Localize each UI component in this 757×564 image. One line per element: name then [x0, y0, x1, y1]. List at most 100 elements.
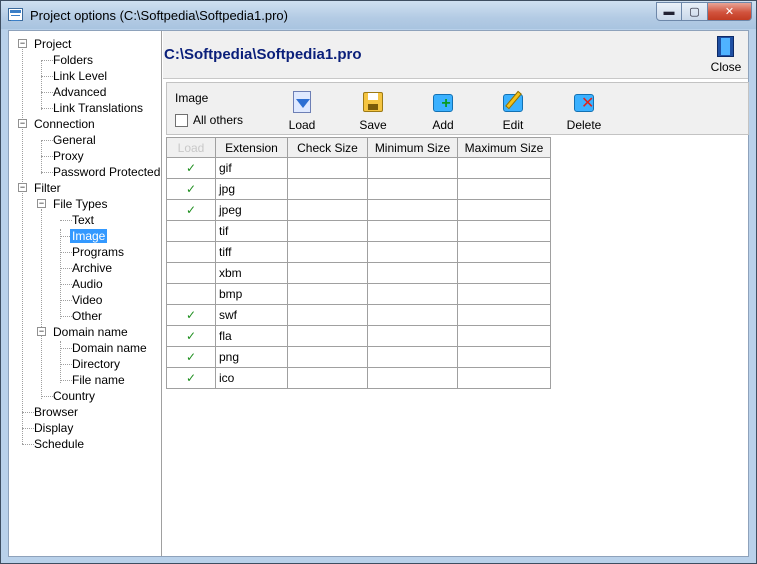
maximize-button[interactable]: ▢: [682, 2, 708, 21]
table-row[interactable]: bmp: [166, 283, 551, 305]
table-row[interactable]: ✓ png: [166, 346, 551, 368]
maximum-size-cell[interactable]: [457, 220, 551, 242]
check-size-cell[interactable]: [287, 325, 368, 347]
maximum-size-cell[interactable]: [457, 367, 551, 389]
minimum-size-cell[interactable]: [367, 241, 458, 263]
load-check-cell[interactable]: ✓: [166, 199, 216, 221]
title-bar[interactable]: Project options (C:\Softpedia\Softpedia1…: [1, 1, 756, 29]
tree-item-filter[interactable]: Filter: [34, 181, 61, 197]
tree-item-programs[interactable]: Programs: [72, 245, 124, 261]
minimize-button[interactable]: ▬: [656, 2, 682, 21]
minimum-size-cell[interactable]: [367, 304, 458, 326]
add-button[interactable]: + Add: [418, 90, 468, 134]
tree-item-folders[interactable]: Folders: [53, 53, 93, 69]
table-row[interactable]: ✓ gif: [166, 157, 551, 179]
tree-item-domain-name[interactable]: Domain name: [72, 341, 147, 357]
minimum-size-cell[interactable]: [367, 367, 458, 389]
maximum-size-cell[interactable]: [457, 304, 551, 326]
tree-item-audio[interactable]: Audio: [72, 277, 103, 293]
column-header-check-size[interactable]: Check Size: [287, 137, 368, 158]
tree-item-country[interactable]: Country: [53, 389, 95, 405]
tree-item-browser[interactable]: Browser: [34, 405, 78, 421]
extension-cell[interactable]: tif: [215, 220, 288, 242]
tree-item-proxy[interactable]: Proxy: [53, 149, 84, 165]
check-size-cell[interactable]: [287, 262, 368, 284]
extension-cell[interactable]: tiff: [215, 241, 288, 263]
tree-item-link-translations[interactable]: Link Translations: [53, 101, 143, 117]
check-size-cell[interactable]: [287, 346, 368, 368]
tree-item-display[interactable]: Display: [34, 421, 73, 437]
extension-cell[interactable]: xbm: [215, 262, 288, 284]
extension-cell[interactable]: bmp: [215, 283, 288, 305]
tree-item-archive[interactable]: Archive: [72, 261, 112, 277]
extension-cell[interactable]: jpg: [215, 178, 288, 200]
load-check-cell[interactable]: ✓: [166, 304, 216, 326]
check-size-cell[interactable]: [287, 178, 368, 200]
tree-item-advanced[interactable]: Advanced: [53, 85, 106, 101]
edit-button[interactable]: Edit: [488, 90, 538, 134]
connection-expander-icon[interactable]: −: [18, 119, 27, 128]
maximum-size-cell[interactable]: [457, 283, 551, 305]
load-check-cell[interactable]: [166, 220, 216, 242]
table-row[interactable]: ✓ swf: [166, 304, 551, 326]
table-row[interactable]: ✓ jpg: [166, 178, 551, 200]
project-expander-icon[interactable]: −: [18, 39, 27, 48]
table-row[interactable]: tiff: [166, 241, 551, 263]
all-others-option[interactable]: All others: [175, 113, 243, 127]
tree-item-schedule[interactable]: Schedule: [34, 437, 84, 453]
check-size-cell[interactable]: [287, 199, 368, 221]
load-check-cell[interactable]: ✓: [166, 325, 216, 347]
tree-item-project[interactable]: Project: [34, 37, 71, 53]
close-button[interactable]: Close: [708, 36, 744, 76]
filter-expander-icon[interactable]: −: [18, 183, 27, 192]
table-row[interactable]: ✓ fla: [166, 325, 551, 347]
load-check-cell[interactable]: ✓: [166, 178, 216, 200]
check-size-cell[interactable]: [287, 367, 368, 389]
tree-item-text[interactable]: Text: [72, 213, 94, 229]
maximum-size-cell[interactable]: [457, 325, 551, 347]
load-check-cell[interactable]: [166, 262, 216, 284]
tree-item-video[interactable]: Video: [72, 293, 102, 309]
all-others-checkbox[interactable]: [175, 113, 188, 127]
tree-item-connection[interactable]: Connection: [34, 117, 95, 133]
maximum-size-cell[interactable]: [457, 178, 551, 200]
column-header-minimum-size[interactable]: Minimum Size: [367, 137, 458, 158]
extension-cell[interactable]: ico: [215, 367, 288, 389]
check-size-cell[interactable]: [287, 304, 368, 326]
options-tree[interactable]: − Project Folders Link Level Advanced Li…: [9, 31, 162, 556]
extension-cell[interactable]: png: [215, 346, 288, 368]
file-types-expander-icon[interactable]: −: [37, 199, 46, 208]
check-size-cell[interactable]: [287, 283, 368, 305]
load-check-cell[interactable]: [166, 283, 216, 305]
tree-item-directory[interactable]: Directory: [72, 357, 120, 373]
extension-cell[interactable]: gif: [215, 157, 288, 179]
maximum-size-cell[interactable]: [457, 262, 551, 284]
minimum-size-cell[interactable]: [367, 199, 458, 221]
minimum-size-cell[interactable]: [367, 220, 458, 242]
minimum-size-cell[interactable]: [367, 178, 458, 200]
tree-item-domain-name-group[interactable]: Domain name: [53, 325, 128, 341]
delete-button[interactable]: ✕ Delete: [559, 90, 609, 134]
minimum-size-cell[interactable]: [367, 346, 458, 368]
load-check-cell[interactable]: ✓: [166, 367, 216, 389]
load-check-cell[interactable]: ✓: [166, 157, 216, 179]
file-types-grid[interactable]: Load Extension Check Size Minimum Size M…: [166, 137, 551, 389]
minimum-size-cell[interactable]: [367, 157, 458, 179]
extension-cell[interactable]: jpeg: [215, 199, 288, 221]
save-button[interactable]: Save: [348, 90, 398, 134]
maximum-size-cell[interactable]: [457, 199, 551, 221]
tree-item-file-name[interactable]: File name: [72, 373, 125, 389]
maximum-size-cell[interactable]: [457, 346, 551, 368]
tree-item-file-types[interactable]: File Types: [53, 197, 107, 213]
column-header-load[interactable]: Load: [166, 137, 216, 158]
extension-cell[interactable]: swf: [215, 304, 288, 326]
extension-cell[interactable]: fla: [215, 325, 288, 347]
tree-item-link-level[interactable]: Link Level: [53, 69, 107, 85]
tree-item-image[interactable]: Image: [70, 229, 108, 245]
table-row[interactable]: tif: [166, 220, 551, 242]
table-row[interactable]: ✓ jpeg: [166, 199, 551, 221]
tree-item-other[interactable]: Other: [72, 309, 102, 325]
tree-item-general[interactable]: General: [53, 133, 96, 149]
load-check-cell[interactable]: ✓: [166, 346, 216, 368]
minimum-size-cell[interactable]: [367, 283, 458, 305]
